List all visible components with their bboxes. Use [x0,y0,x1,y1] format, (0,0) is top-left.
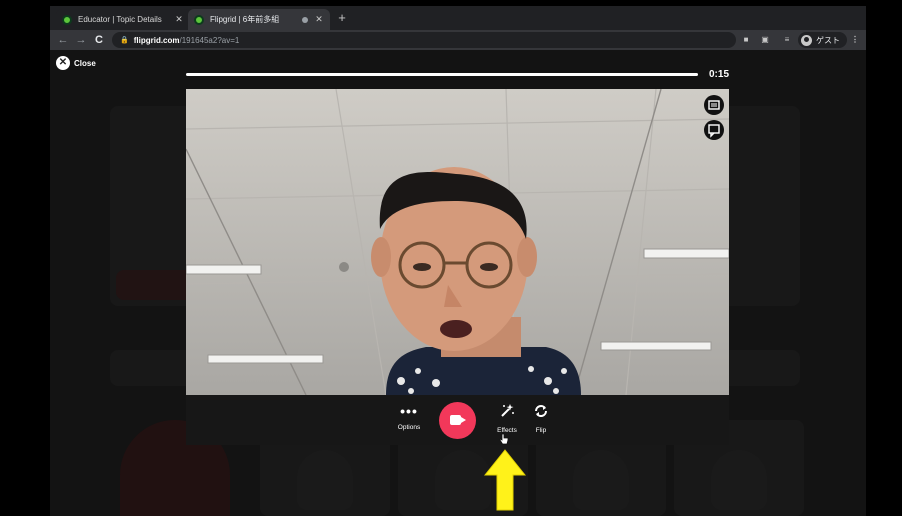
tab-title: Flipgrid | 6年前多組 [210,15,280,24]
tab-educator[interactable]: Educator | Topic Details ✕ [56,9,190,30]
close-icon: ✕ [56,56,70,70]
record-button[interactable] [439,402,476,439]
url-host: flipgrid.com [133,35,180,45]
profile-label: ゲスト [816,35,840,45]
menu-kebab-icon[interactable]: ⋮ [850,33,860,47]
translate-icon[interactable]: ▣ [758,33,772,47]
captions-icon[interactable] [704,95,724,115]
media-control-icon[interactable]: ≡ [780,33,794,47]
flip-camera-icon [535,405,547,417]
camera-in-use-icon[interactable]: ■ [740,33,752,47]
options-button[interactable]: ••• Options [389,403,429,431]
reload-icon[interactable]: C [92,33,106,47]
lock-icon: 🔒 [120,37,129,44]
tab-strip: Educator | Topic Details ✕ Flipgrid | 6年… [50,6,866,30]
recording-indicator-icon [302,16,308,23]
new-tab-button[interactable]: + [334,10,350,26]
flip-button[interactable]: Flip [521,403,561,434]
more-dots-icon: ••• [400,403,418,419]
magic-wand-icon [501,404,514,417]
sticky-note-icon[interactable] [704,120,724,140]
close-label: Close [74,58,96,68]
account-icon [801,34,812,46]
back-arrow-icon[interactable]: ← [56,33,70,47]
close-tab-icon[interactable]: ✕ [174,14,184,25]
browser-toolbar: ← → C 🔒 flipgrid.com /191645a2?av=1 ■ ▣ … [50,30,866,50]
url-path: /191645a2?av=1 [179,35,240,45]
annotation-arrow-icon [484,449,526,511]
tab-flipgrid[interactable]: Flipgrid | 6年前多組 ✕ [188,9,330,30]
profile-button[interactable]: ゲスト [798,32,847,48]
camera-preview [186,89,729,395]
tab-title: Educator | Topic Details [78,15,162,24]
screen: Educator | Topic Details ✕ Flipgrid | 6年… [0,0,902,516]
camera-feed-image [186,89,729,395]
forward-arrow-icon[interactable]: → [74,33,88,47]
hand-pointer-cursor-icon [499,433,509,445]
recording-progress-bar [186,73,698,76]
recorder-controls: ••• Options Effects Flip [186,395,729,445]
flipgrid-favicon-icon [62,14,72,25]
close-button[interactable]: ✕ Close [56,55,96,71]
close-tab-icon[interactable]: ✕ [314,14,324,25]
options-label: Options [397,424,421,431]
video-camera-icon [450,415,461,425]
flip-label: Flip [535,427,547,434]
address-bar[interactable]: 🔒 flipgrid.com /191645a2?av=1 [112,32,736,48]
recording-timer: 0:15 [709,69,730,80]
flipgrid-favicon-icon [194,14,204,25]
